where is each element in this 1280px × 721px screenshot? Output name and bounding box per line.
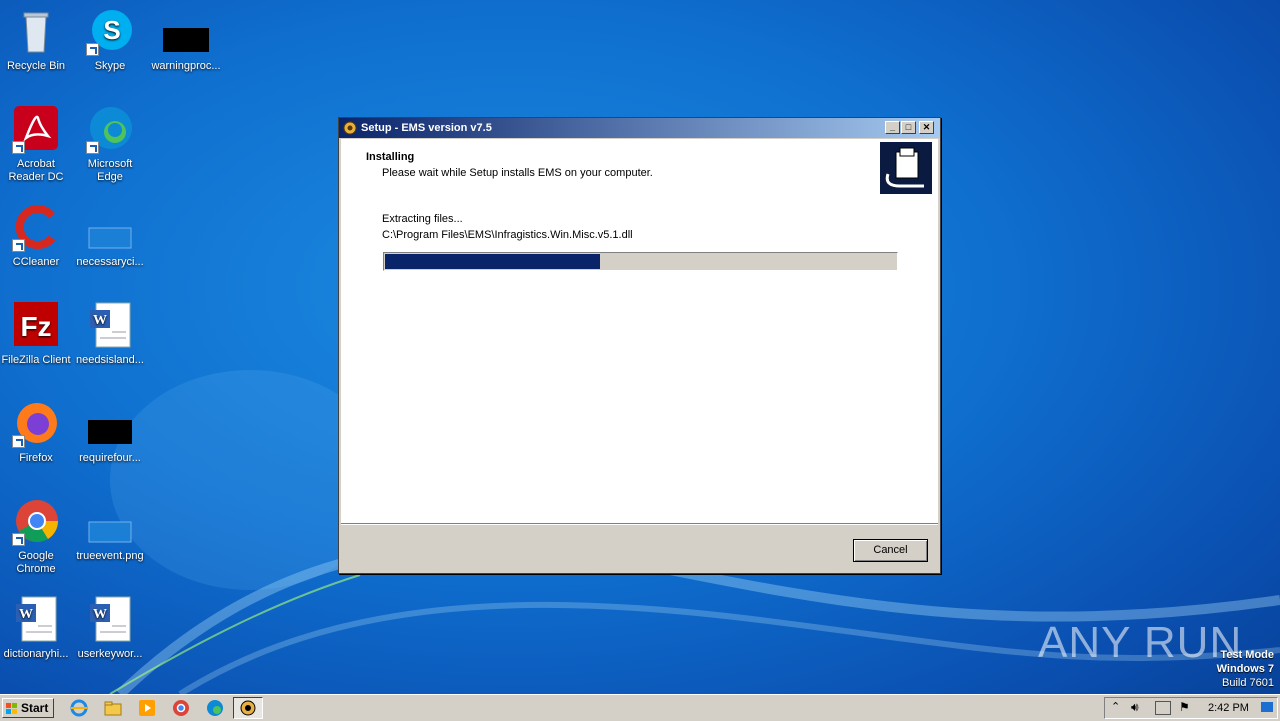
svg-text:W: W [19,607,33,622]
anyrun-watermark: ANY RUN [1038,618,1243,667]
desktop-icon-dictionaryhi[interactable]: W dictionaryhi... [0,596,72,661]
desktop-icon-userkeywor[interactable]: W userkeywor... [74,596,146,661]
edge-icon [86,106,134,154]
file-explorer-icon[interactable] [104,699,122,717]
svg-text:Fz: Fz [20,311,51,342]
file-path-text: C:\Program Files\EMS\Infragistics.Win.Mi… [382,229,633,241]
wizard-content: Extracting files... C:\Program Files\EMS… [341,196,938,523]
shortcut-arrow-icon [12,239,25,252]
internet-explorer-icon[interactable] [70,699,88,717]
shortcut-arrow-icon [86,141,99,154]
system-tray: ⌃ 🔊︎ ⚑ [1104,697,1278,719]
edge-taskbar-icon[interactable] [206,699,224,717]
desktop-icon-ccleaner[interactable]: CCleaner [0,204,72,269]
ccleaner-icon [12,204,60,252]
desktop-icon-trueevent[interactable]: trueevent.png [74,498,146,563]
taskbar: Start ⌃ 🔊︎ ⚑ 2:42 PM [0,694,1280,721]
desktop-icon-skype[interactable]: S Skype [74,8,146,73]
setup-taskbar-button[interactable] [233,697,263,719]
word-document-icon: W [12,596,60,644]
desktop-icon-warningproc[interactable]: warningproc... [150,8,222,73]
show-desktop-icon[interactable] [1261,702,1273,712]
desktop-icon-recycle-bin[interactable]: Recycle Bin [0,8,72,73]
separator [341,523,938,525]
file-icon [86,400,134,448]
network-icon[interactable] [1155,701,1171,715]
cancel-button[interactable]: Cancel [853,539,928,562]
acrobat-icon [12,106,60,154]
page-subheading: Please wait while Setup installs EMS on … [382,167,653,179]
status-text: Extracting files... [382,213,463,225]
media-player-icon[interactable] [138,699,156,717]
skype-icon: S [86,8,134,56]
desktop-icon-necessaryci[interactable]: necessaryci... [74,204,146,269]
show-hidden-icons-icon[interactable]: ⌃ [1111,700,1120,713]
window-title: Setup - EMS version v7.5 [361,122,492,134]
image-file-icon [86,204,134,252]
shortcut-arrow-icon [12,141,25,154]
file-icon [162,8,210,56]
desktop-icon-edge[interactable]: Microsoft Edge [74,106,146,184]
start-button[interactable]: Start [2,698,54,718]
firefox-icon [12,400,60,448]
desktop-icon-acrobat[interactable]: Acrobat Reader DC [0,106,72,184]
shortcut-arrow-icon [12,533,25,546]
action-center-flag-icon[interactable]: ⚑ [1179,700,1190,714]
setup-wizard-icon [880,142,932,194]
word-document-icon: W [86,302,134,350]
desktop-icon-chrome[interactable]: Google Chrome [0,498,72,576]
page-heading: Installing [366,151,415,163]
recycle-bin-icon [12,8,60,56]
setup-window: Setup - EMS version v7.5 _ □ ✕ Installin… [338,117,941,574]
progress-fill [385,254,601,269]
clock[interactable]: 2:42 PM [1208,702,1249,714]
maximize-button[interactable]: □ [901,121,916,134]
chrome-icon [12,498,60,546]
chrome-taskbar-icon[interactable] [172,699,190,717]
test-mode-watermark: Test Mode Windows 7 Build 7601 [1216,649,1274,689]
wizard-header: Installing Please wait while Setup insta… [341,139,938,196]
word-document-icon: W [86,596,134,644]
setup-app-icon [240,700,256,716]
svg-text:W: W [93,313,107,328]
close-button[interactable]: ✕ [919,121,934,134]
image-file-icon [86,498,134,546]
desktop-icon-needsisland[interactable]: W needsisland... [74,302,146,367]
volume-icon[interactable]: 🔊︎ [1131,700,1139,715]
windows-flag-icon [6,702,18,714]
desktop-icon-requirefour[interactable]: requirefour... [74,400,146,465]
desktop-icon-firefox[interactable]: Firefox [0,400,72,465]
desktop-icon-filezilla[interactable]: Fz FileZilla Client [0,302,72,367]
svg-text:S: S [103,15,120,45]
window-titlebar[interactable]: Setup - EMS version v7.5 _ □ ✕ [339,118,940,138]
shortcut-arrow-icon [86,43,99,56]
minimize-button[interactable]: _ [885,121,900,134]
setup-app-icon [343,121,357,135]
install-progress-bar [383,252,898,271]
svg-text:W: W [93,607,107,622]
filezilla-icon: Fz [12,302,60,350]
shortcut-arrow-icon [12,435,25,448]
